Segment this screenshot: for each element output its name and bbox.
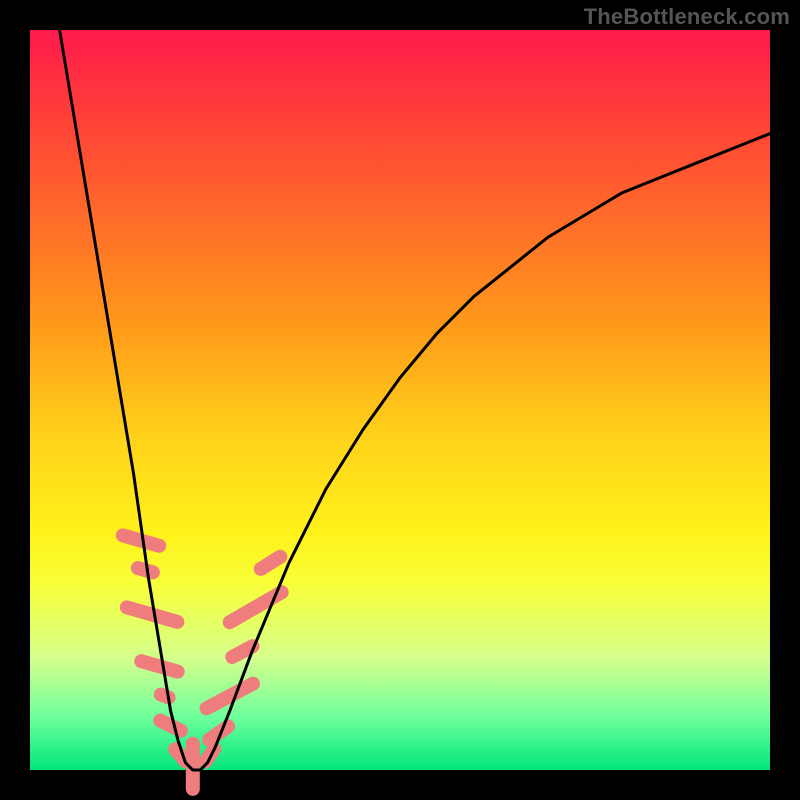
curve-marker xyxy=(133,653,187,681)
plot-area xyxy=(30,30,770,770)
watermark-text: TheBottleneck.com xyxy=(584,4,790,30)
chart-svg xyxy=(30,30,770,770)
outer-frame: TheBottleneck.com xyxy=(0,0,800,800)
curve-marker xyxy=(152,686,178,707)
curve-markers xyxy=(114,527,291,796)
curve-marker xyxy=(220,583,291,632)
bottleneck-curve xyxy=(60,30,770,770)
